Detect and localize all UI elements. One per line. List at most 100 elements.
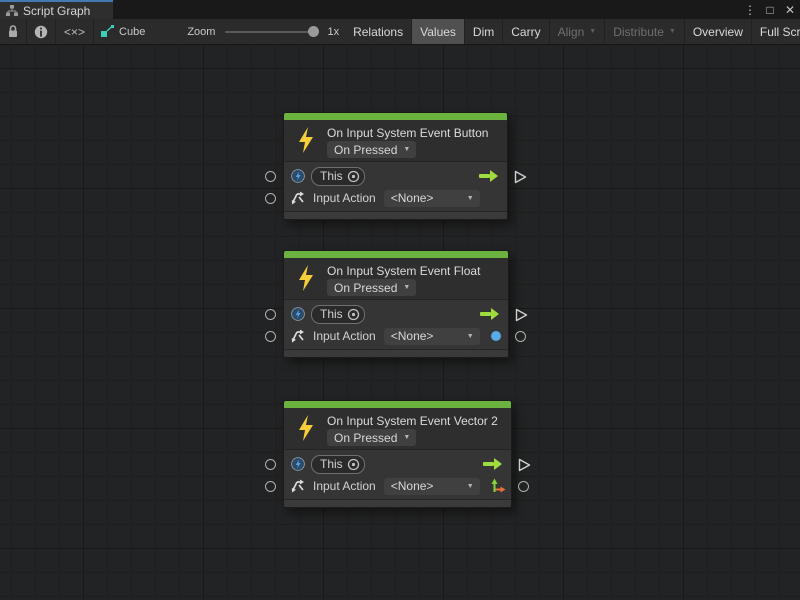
align-label: Align [558,25,585,39]
node-surface[interactable]: On Input System Event Vector 2 On Presse… [283,400,512,508]
flow-output-port[interactable] [515,308,528,322]
lock-icon [7,25,19,38]
object-picker-icon[interactable] [347,308,360,321]
graph-icon [6,5,18,16]
input-action-port-row: Input Action <None> ▼ [284,187,507,209]
trigger-input-port[interactable] [265,171,276,182]
chevron-down-icon: ▼ [403,434,410,441]
input-action-icon [291,479,306,493]
action-input-port[interactable] [265,193,276,204]
edit-source-button[interactable]: <×> [56,19,94,44]
input-action-label: Input Action [313,329,376,343]
this-port-row: This [284,165,507,187]
graph-name: Cube [119,26,145,38]
node-color-bar [284,113,507,120]
chevron-down-icon: ▼ [467,333,474,340]
graph-canvas[interactable]: On Input System Event Button On Pressed … [0,46,800,600]
chevron-down-icon: ▼ [589,28,596,35]
values-button[interactable]: Values [412,19,465,44]
inspect-button[interactable] [27,19,56,44]
node-footer [284,499,511,507]
node-footer [284,349,508,357]
flow-output-port[interactable] [514,170,527,184]
float-value-icon [491,331,501,341]
event-type-dropdown[interactable]: On Pressed ▼ [327,141,416,158]
lock-button[interactable] [0,19,27,44]
this-object-field[interactable]: This [311,167,365,186]
zoom-slider-track[interactable] [225,31,317,33]
event-bolt-icon [295,413,317,443]
code-icon: <×> [64,25,85,39]
input-action-dropdown[interactable]: <None> ▼ [384,328,480,345]
node-color-bar [284,401,511,408]
node-header: On Input System Event Button On Pressed … [284,120,507,161]
full-screen-button[interactable]: Full Screen [752,19,800,44]
zoom-slider-handle[interactable] [308,26,319,37]
maximize-icon[interactable]: □ [763,3,777,17]
dim-button[interactable]: Dim [465,19,503,44]
node-surface[interactable]: On Input System Event Button On Pressed … [283,112,508,220]
carry-button[interactable]: Carry [503,19,549,44]
flow-arrow-icon [482,458,502,470]
event-bolt-icon [295,263,317,293]
window-menu-icon[interactable]: ⋮ [743,3,757,17]
machine-icon [100,25,114,38]
align-button[interactable]: Align ▼ [550,19,606,44]
chevron-down-icon: ▼ [403,284,410,291]
this-field-value: This [320,169,347,183]
this-object-icon [291,169,305,183]
this-object-icon [291,307,305,321]
toolbar: <×> Cube Zoom 1x Relations Values Dim Ca… [0,19,800,45]
chevron-down-icon: ▼ [669,28,676,35]
flow-output-port[interactable] [518,458,531,472]
close-icon[interactable]: ✕ [783,3,797,17]
node-surface[interactable]: On Input System Event Float On Pressed ▼… [283,250,509,358]
zoom-label: Zoom [181,19,221,44]
relations-button[interactable]: Relations [345,19,412,44]
this-port-row: This [284,303,508,325]
event-type-dropdown[interactable]: On Pressed ▼ [327,279,416,296]
chevron-down-icon: ▼ [467,195,474,202]
overview-button[interactable]: Overview [685,19,752,44]
this-object-icon [291,457,305,471]
object-picker-icon[interactable] [347,170,360,183]
input-action-label: Input Action [313,479,376,493]
node-title: On Input System Event Float [327,264,480,278]
flow-arrow-icon [479,308,499,320]
flow-arrow-icon [478,170,498,182]
input-action-port-row: Input Action <None> ▼ [284,475,511,497]
event-type-dropdown[interactable]: On Pressed ▼ [327,429,416,446]
input-action-icon [291,191,306,205]
this-object-field[interactable]: This [311,305,365,324]
tab-bar: Script Graph ⋮ □ ✕ [0,0,800,19]
event-type-value: On Pressed [334,281,397,295]
node-header: On Input System Event Vector 2 On Presse… [284,408,511,449]
input-action-dropdown[interactable]: <None> ▼ [384,478,480,495]
tab-script-graph[interactable]: Script Graph [0,0,113,19]
chevron-down-icon: ▼ [403,146,410,153]
object-picker-icon[interactable] [347,458,360,471]
value-output-port[interactable] [515,331,526,342]
input-action-dropdown[interactable]: <None> ▼ [384,190,480,207]
zoom-slider[interactable] [221,19,321,44]
action-input-port[interactable] [265,331,276,342]
distribute-button[interactable]: Distribute ▼ [605,19,685,44]
action-input-port[interactable] [265,481,276,492]
this-object-field[interactable]: This [311,455,365,474]
input-action-label: Input Action [313,191,376,205]
node-body: This [284,161,507,211]
graph-breadcrumb[interactable]: Cube [94,19,151,44]
trigger-input-port[interactable] [265,309,276,320]
node-body: This [284,299,508,349]
input-action-port-row: Input Action <None> ▼ [284,325,508,347]
trigger-input-port[interactable] [265,459,276,470]
zoom-value: 1x [321,19,345,44]
node-footer [284,211,507,219]
event-type-value: On Pressed [334,143,397,157]
input-action-value: <None> [391,479,434,493]
node-title: On Input System Event Button [327,126,488,140]
tab-label: Script Graph [23,4,90,18]
info-icon [34,25,48,39]
distribute-label: Distribute [613,25,664,39]
value-output-port[interactable] [518,481,529,492]
